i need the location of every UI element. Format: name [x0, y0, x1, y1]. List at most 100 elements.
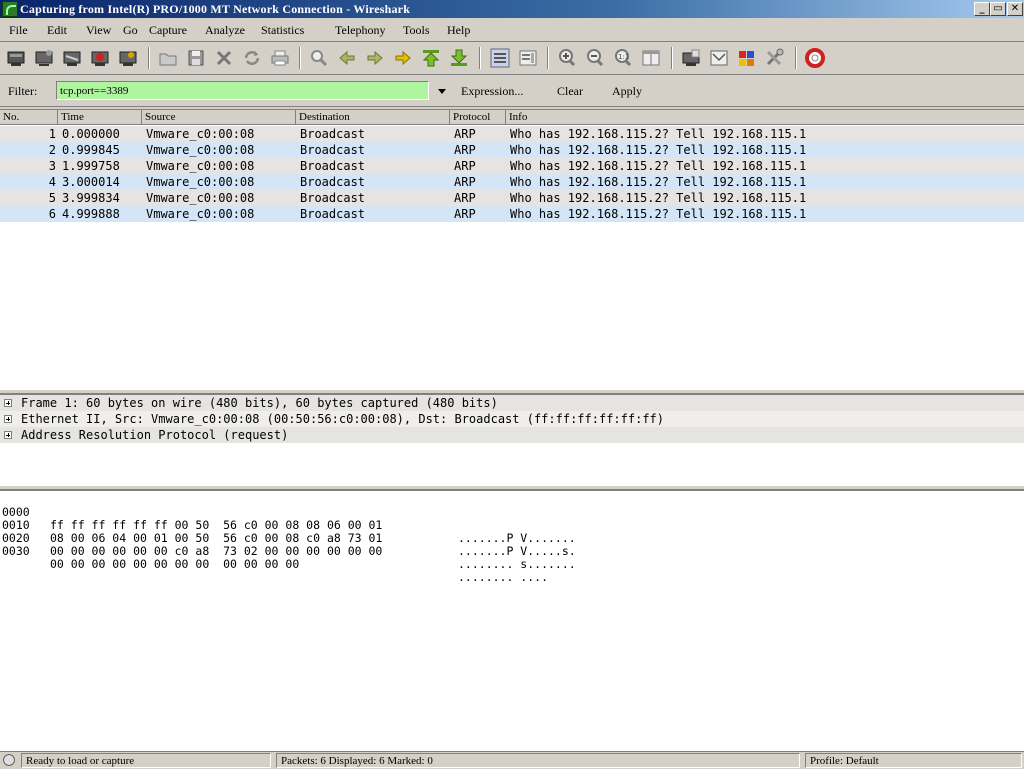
- packet-cell-no: 1: [48, 127, 56, 141]
- expand-icon[interactable]: [4, 431, 12, 439]
- expand-icon[interactable]: [4, 415, 12, 423]
- column-header-no[interactable]: No.: [0, 110, 58, 125]
- go-last-icon[interactable]: [448, 48, 470, 68]
- capture-filters-icon[interactable]: [680, 48, 702, 68]
- close-file-icon[interactable]: [213, 48, 235, 68]
- go-to-packet-icon[interactable]: [392, 48, 414, 68]
- status-profile[interactable]: Profile: Default: [805, 753, 1022, 768]
- auto-scroll-icon[interactable]: [517, 48, 539, 68]
- packet-cell-dst: Broadcast: [300, 143, 366, 157]
- save-file-icon[interactable]: [185, 48, 207, 68]
- find-icon[interactable]: [308, 48, 330, 68]
- hex-ascii[interactable]: ........ ....: [458, 571, 548, 584]
- column-header-destination[interactable]: Destination: [296, 110, 450, 125]
- coloring-rules-icon[interactable]: [736, 48, 758, 68]
- expression-button[interactable]: Expression...: [461, 84, 523, 99]
- expand-icon[interactable]: [4, 399, 12, 407]
- packet-cell-dst: Broadcast: [300, 127, 366, 141]
- packet-cell-proto: ARP: [454, 191, 476, 205]
- packet-cell-dst: Broadcast: [300, 207, 366, 221]
- detail-row-frame[interactable]: Frame 1: 60 bytes on wire (480 bits), 60…: [0, 395, 1024, 411]
- reload-icon[interactable]: [241, 48, 263, 68]
- packet-cell-info: Who has 192.168.115.2? Tell 192.168.115.…: [510, 207, 807, 221]
- packet-cell-src: Vmware_c0:00:08: [146, 159, 255, 173]
- packet-cell-time: 1.999758: [62, 159, 120, 173]
- packet-row[interactable]: 6 4.999888 Vmware_c0:00:08 Broadcast ARP Who …: [0, 206, 1024, 222]
- menu-capture[interactable]: Capture: [149, 23, 187, 38]
- menu-analyze[interactable]: Analyze: [205, 23, 245, 38]
- toolbar-separator: [148, 47, 150, 69]
- display-filter-input[interactable]: [56, 81, 429, 100]
- stop-capture-icon[interactable]: [89, 48, 111, 68]
- toolbar-separator: [479, 47, 481, 69]
- packet-row[interactable]: 4 3.000014 Vmware_c0:00:08 Broadcast ARP Who …: [0, 174, 1024, 190]
- go-forward-icon[interactable]: [364, 48, 386, 68]
- hex-row: 0000 ff ff ff ff ff ff 00 50 56 c0 00 08…: [0, 493, 1024, 545]
- zoom-out-icon[interactable]: [584, 48, 606, 68]
- packet-cell-proto: ARP: [454, 159, 476, 173]
- packet-cell-time: 4.999888: [62, 207, 120, 221]
- close-button[interactable]: ✕: [1007, 2, 1023, 16]
- packet-cell-proto: ARP: [454, 175, 476, 189]
- menu-edit[interactable]: Edit: [47, 23, 67, 38]
- packet-bytes-pane[interactable]: 0000 ff ff ff ff ff ff 00 50 56 c0 00 08…: [0, 490, 1024, 751]
- column-header-info[interactable]: Info: [506, 110, 1024, 125]
- hex-bytes[interactable]: 00 00 00 00 00 00 00 00 00 00 00 00: [50, 558, 299, 571]
- packet-row[interactable]: 5 3.999834 Vmware_c0:00:08 Broadcast ARP Who …: [0, 190, 1024, 206]
- filter-dropdown-icon[interactable]: [433, 81, 451, 100]
- display-filters-icon[interactable]: [708, 48, 730, 68]
- packet-row[interactable]: 2 0.999845 Vmware_c0:00:08 Broadcast ARP Who …: [0, 142, 1024, 158]
- column-header-source[interactable]: Source: [142, 110, 296, 125]
- resize-columns-icon[interactable]: [640, 48, 662, 68]
- colorize-icon[interactable]: [489, 48, 511, 68]
- status-packets: Packets: 6 Displayed: 6 Marked: 0: [276, 753, 800, 768]
- menu-file[interactable]: File: [9, 23, 28, 38]
- wireshark-app-icon[interactable]: [2, 1, 18, 17]
- packet-row[interactable]: 3 1.999758 Vmware_c0:00:08 Broadcast ARP Who …: [0, 158, 1024, 174]
- packet-cell-src: Vmware_c0:00:08: [146, 207, 255, 221]
- hex-row: 0030 00 00 00 00 00 00 00 00 00 00 00 00…: [0, 532, 1024, 584]
- restart-capture-icon[interactable]: [117, 48, 139, 68]
- go-back-icon[interactable]: [336, 48, 358, 68]
- menu-telephony[interactable]: Telephony: [335, 23, 385, 38]
- detail-row-ethernet[interactable]: Ethernet II, Src: Vmware_c0:00:08 (00:50…: [0, 411, 1024, 427]
- svg-text:1:1: 1:1: [618, 53, 629, 61]
- status-bar: Ready to load or capture Packets: 6 Disp…: [0, 751, 1024, 769]
- print-icon[interactable]: [269, 48, 291, 68]
- column-header-time[interactable]: Time: [58, 110, 142, 125]
- interfaces-icon[interactable]: [5, 48, 27, 68]
- main-toolbar: 1:1: [0, 42, 1024, 75]
- menu-help[interactable]: Help: [447, 23, 470, 38]
- preferences-icon[interactable]: [764, 48, 786, 68]
- packet-cell-proto: ARP: [454, 207, 476, 221]
- packet-cell-time: 3.000014: [62, 175, 120, 189]
- minimize-button[interactable]: _: [974, 2, 990, 16]
- zoom-normal-icon[interactable]: 1:1: [612, 48, 634, 68]
- toolbar-separator: [671, 47, 673, 69]
- packet-details-pane[interactable]: Frame 1: 60 bytes on wire (480 bits), 60…: [0, 394, 1024, 487]
- help-icon[interactable]: [804, 48, 826, 68]
- apply-button[interactable]: Apply: [612, 84, 642, 99]
- packet-list-pane[interactable]: No. Time Source Destination Protocol Inf…: [0, 109, 1024, 390]
- maximize-button[interactable]: ▭: [990, 2, 1006, 16]
- menu-tools[interactable]: Tools: [403, 23, 430, 38]
- packet-cell-no: 3: [48, 159, 56, 173]
- expert-info-icon[interactable]: [3, 754, 15, 766]
- start-capture-icon[interactable]: [61, 48, 83, 68]
- packet-row[interactable]: 1 0.000000 Vmware_c0:00:08 Broadcast ARP Who …: [0, 126, 1024, 142]
- capture-options-icon[interactable]: [33, 48, 55, 68]
- packet-cell-time: 0.000000: [62, 127, 120, 141]
- detail-row-arp[interactable]: Address Resolution Protocol (request): [0, 427, 1024, 443]
- column-header-protocol[interactable]: Protocol: [450, 110, 506, 125]
- packet-cell-dst: Broadcast: [300, 175, 366, 189]
- menu-view[interactable]: View: [86, 23, 111, 38]
- zoom-in-icon[interactable]: [556, 48, 578, 68]
- menu-statistics[interactable]: Statistics: [261, 23, 304, 38]
- packet-cell-src: Vmware_c0:00:08: [146, 143, 255, 157]
- menu-go[interactable]: Go: [123, 23, 138, 38]
- open-file-icon[interactable]: [157, 48, 179, 68]
- go-first-icon[interactable]: [420, 48, 442, 68]
- packet-cell-src: Vmware_c0:00:08: [146, 127, 255, 141]
- packet-cell-info: Who has 192.168.115.2? Tell 192.168.115.…: [510, 159, 807, 173]
- clear-button[interactable]: Clear: [557, 84, 583, 99]
